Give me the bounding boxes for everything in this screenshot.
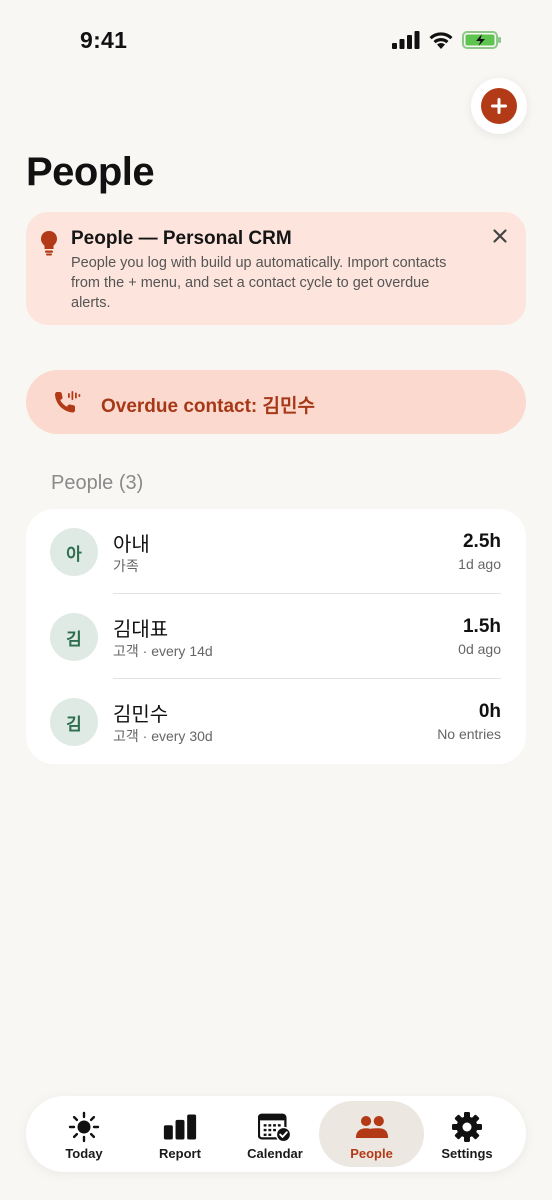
person-hours: 1.5h [462,616,501,637]
status-bar: 9:41 [0,0,552,80]
status-icons [392,30,502,50]
person-row[interactable]: 김 김대표 고객 · every 14d 1.5h 0d ago [26,594,526,679]
overdue-text: Overdue contact: 김민수 [101,396,315,417]
plus-icon [481,88,517,124]
wifi-icon [429,31,453,49]
tab-label: Report [159,1146,201,1161]
tab-today[interactable]: Today [34,1101,134,1167]
lightbulb-icon [41,231,57,256]
signal-icon [392,31,420,49]
tab-label: Calendar [247,1146,303,1161]
person-last-contact: No entries [437,726,501,742]
people-section-header: People (3) [51,472,144,494]
tip-card: People — Personal CRM People you log wit… [26,212,526,325]
close-icon[interactable] [488,224,512,248]
calendar-icon [258,1111,292,1143]
person-row[interactable]: 김 김민수 고객 · every 30d 0h No entries [26,679,526,764]
add-button[interactable] [471,78,527,134]
overdue-banner[interactable]: Overdue contact: 김민수 [26,370,526,434]
tip-body: People you log with build up automatical… [71,255,447,311]
page-title: People [26,150,155,194]
person-subtitle: 고객 · every 14d [113,643,213,659]
tip-title: People — Personal CRM [71,228,292,249]
tab-report[interactable]: Report [130,1101,230,1167]
battery-icon [462,31,501,49]
person-name: 아내 [113,534,150,556]
tab-label: Today [65,1146,103,1161]
tab-people[interactable]: People [319,1101,424,1167]
person-subtitle: 가족 [113,558,139,574]
tab-settings[interactable]: Settings [417,1101,517,1167]
avatar: 김 [50,613,98,661]
sun-icon [67,1111,101,1143]
person-name: 김대표 [113,619,169,641]
phone-ringing-icon [55,391,81,413]
tab-bar: Today Report Calendar People Settings [26,1096,526,1172]
person-hours: 2.5h [462,531,501,552]
person-last-contact: 0d ago [458,641,501,657]
avatar: 아 [50,528,98,576]
tab-label: Settings [441,1146,493,1161]
person-subtitle: 고객 · every 30d [113,728,213,744]
person-name: 김민수 [113,704,169,726]
status-time: 9:41 [80,27,128,53]
avatar: 김 [50,698,98,746]
person-last-contact: 1d ago [458,556,501,572]
tab-label: People [350,1146,393,1161]
people-icon [355,1111,389,1143]
gear-icon [450,1111,484,1143]
person-row[interactable]: 아 아내 가족 2.5h 1d ago [26,509,526,594]
person-hours: 0h [478,701,501,722]
people-list: 아 아내 가족 2.5h 1d ago 김 김대표 고객 · every 14d… [26,509,526,764]
tab-calendar[interactable]: Calendar [225,1101,325,1167]
bar-chart-icon [163,1111,197,1143]
